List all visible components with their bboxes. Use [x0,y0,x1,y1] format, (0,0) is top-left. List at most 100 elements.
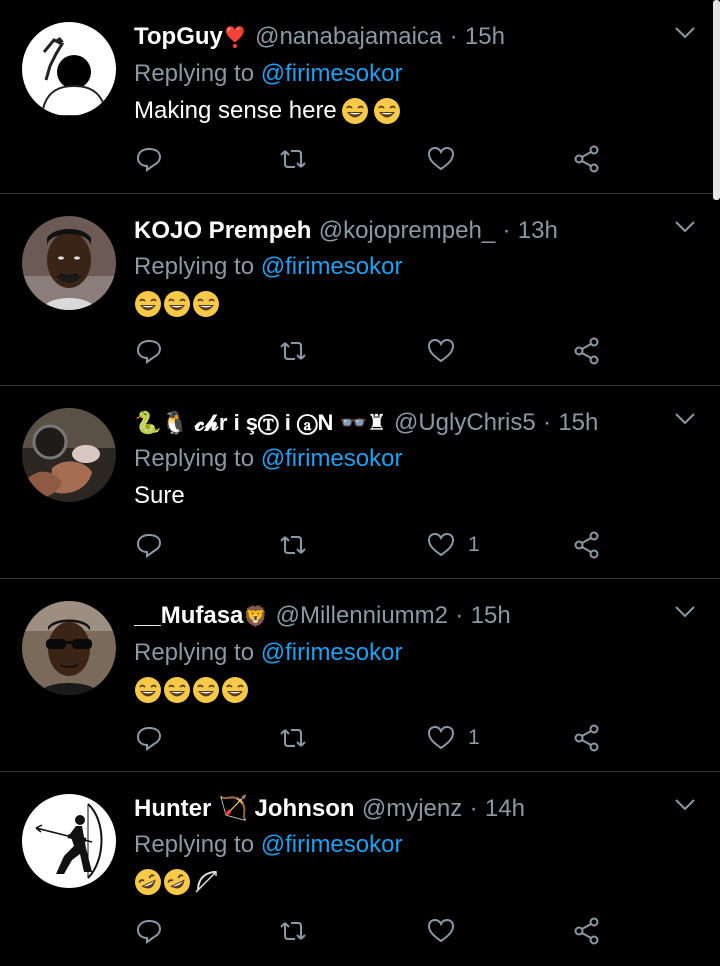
share-button[interactable] [572,144,602,174]
like-icon [427,725,455,750]
timestamp[interactable]: 15h [471,602,511,629]
user-handle[interactable]: @nanabajamaica [255,23,442,50]
separator-dot: · [502,217,511,244]
tweet-text: Sure [134,482,185,509]
retweet-button[interactable] [278,336,308,366]
like-button[interactable]: 1 [426,530,480,560]
replying-to: Replying to @firimesokor [134,636,690,670]
like-icon [427,338,455,363]
tweet-text [134,862,690,902]
reply-user-link[interactable]: @firimesokor [261,253,403,280]
avatar[interactable] [22,601,116,695]
reply-user-link[interactable]: @firimesokor [261,639,403,666]
like-button[interactable] [426,144,468,174]
action-bar [134,916,614,946]
like-icon [427,918,455,943]
reply-button[interactable] [134,144,164,174]
tweet-text: Making sense here [134,91,690,131]
display-name[interactable]: Hunter 🏹 Johnson [134,795,355,822]
user-handle[interactable]: @Millenniumm2 [276,602,448,629]
share-button[interactable] [572,916,602,946]
laughing-emoji [192,290,220,318]
retweet-button[interactable] [278,144,308,174]
replying-to-label: Replying to [134,445,255,472]
separator-dot: · [449,23,458,50]
retweet-icon [280,536,306,554]
user-handle[interactable]: @UglyChris5 [394,409,536,436]
share-button[interactable] [572,723,602,753]
display-name[interactable]: KOJO Prempeh [134,217,311,244]
separator-dot: · [469,795,478,822]
action-bar: 1 [134,530,614,560]
chevron-down-icon[interactable] [674,412,696,426]
reply-button[interactable] [134,336,164,366]
share-button[interactable] [572,336,602,366]
chevron-down-icon[interactable] [674,220,696,234]
like-button[interactable] [426,916,468,946]
separator-dot: · [543,409,551,436]
user-handle[interactable]: @myjenz [362,795,462,822]
name-emoji: 🦁 [243,606,269,628]
share-icon [574,724,599,752]
reply-button[interactable] [134,530,164,560]
replying-to: Replying to @firimesokor [134,57,690,91]
tweet[interactable]: __Mufasa🦁 @Millenniumm2 · 15h Replying t… [0,579,720,772]
laughing-emoji [134,676,162,704]
timestamp[interactable]: 14h [485,795,525,822]
laughing-emoji [163,290,191,318]
replying-to-label: Replying to [134,831,255,858]
reply-button[interactable] [134,723,164,753]
like-icon [427,146,455,171]
share-icon [574,531,599,559]
retweet-icon [280,922,306,940]
laughing-emoji [373,97,401,125]
action-bar: 1 [134,723,614,753]
retweet-button[interactable] [278,530,308,560]
retweet-button[interactable] [278,723,308,753]
replying-to-label: Replying to [134,60,255,87]
display-name[interactable]: TopGuy [134,23,223,50]
user-handle[interactable]: @kojoprempeh_ [319,217,495,244]
retweet-icon [280,150,306,168]
like-button[interactable]: 1 [426,723,480,753]
chevron-down-icon[interactable] [674,798,696,812]
tweet[interactable]: TopGuy❣️ @nanabajamaica · 15h Replying t… [0,0,720,194]
share-icon [574,917,599,945]
timestamp[interactable]: 13h [518,217,558,244]
retweet-icon [280,342,306,360]
avatar[interactable] [22,22,116,116]
laughing-emoji [221,676,249,704]
chevron-down-icon[interactable] [674,26,696,40]
scrollbar[interactable] [713,0,720,200]
timestamp[interactable]: 15h [558,409,598,436]
replying-to-label: Replying to [134,639,255,666]
avatar[interactable] [22,216,116,310]
reply-user-link[interactable]: @firimesokor [261,831,403,858]
name-emoji: ❣️ [222,27,248,49]
tweet-body: Making sense here [134,97,337,124]
reply-user-link[interactable]: @firimesokor [261,60,403,87]
like-button[interactable] [426,336,468,366]
separator-dot: · [455,602,464,629]
laughing-emoji [163,676,191,704]
replying-to: Replying to @firimesokor [134,250,690,284]
action-bar [134,144,614,174]
reply-user-link[interactable]: @firimesokor [261,445,403,472]
tweet[interactable]: 🐍🐧 𝓬𝓱r i şⓉ i ⓐN 👓♜ @UglyChris5 · 15h Re… [0,386,720,579]
share-button[interactable] [572,530,602,560]
display-name[interactable]: 🐍🐧 𝓬𝓱r i şⓉ i ⓐN 👓♜ [134,410,387,435]
avatar[interactable] [22,794,116,888]
action-bar [134,336,614,366]
timestamp[interactable]: 15h [465,23,505,50]
reply-icon [136,339,162,364]
like-count: 1 [468,533,480,556]
chevron-down-icon[interactable] [674,605,696,619]
tweet[interactable]: Hunter 🏹 Johnson @myjenz · 14h Replying … [0,772,720,966]
retweet-button[interactable] [278,916,308,946]
share-icon [574,337,599,365]
display-name[interactable]: __Mufasa [134,602,243,629]
tweet[interactable]: KOJO Prempeh @kojoprempeh_ · 13h Replyin… [0,194,720,386]
reply-button[interactable] [134,916,164,946]
avatar[interactable] [22,408,116,502]
rofl-emoji [134,868,162,896]
